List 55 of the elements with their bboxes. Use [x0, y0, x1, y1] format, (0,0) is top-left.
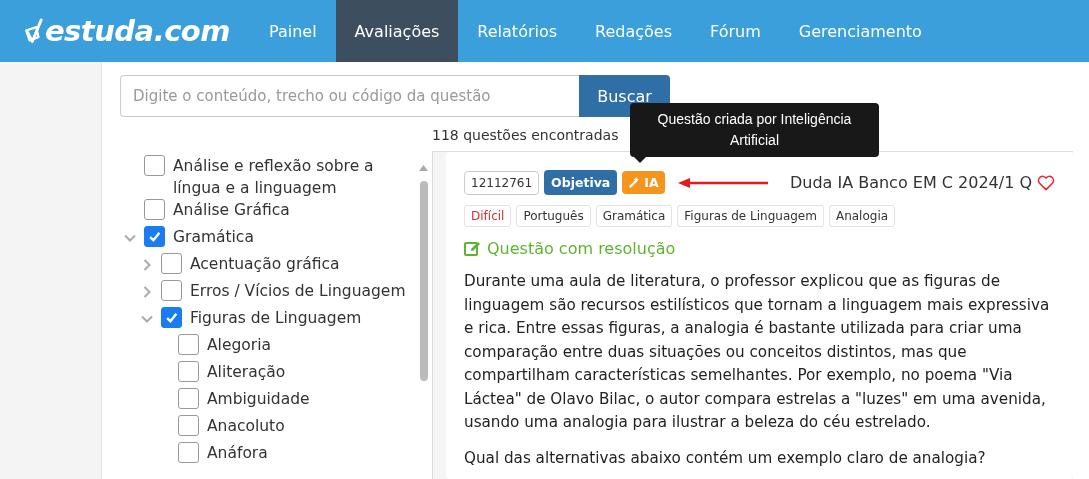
checkmark-icon: [165, 311, 178, 324]
heart-icon[interactable]: [1037, 174, 1055, 191]
type-badge: Objetiva: [544, 170, 618, 195]
scrollbar-thumb[interactable]: [420, 181, 428, 381]
tree-item-label: Análise e reflexão sobre a língua e a linguagem: [173, 156, 375, 199]
search-field[interactable]: Digite o conteúdo, trecho ou código da questão: [120, 75, 579, 117]
tree-item-label: Anacoluto: [207, 416, 286, 437]
ai-badge: IA: [622, 171, 665, 194]
tree-item-label: Ambiguidade: [207, 389, 311, 410]
question-text: Durante uma aula de literatura, o professor explicou que as figuras de linguagem são recursos estilísticos que tornam a linguagem mais expressiva e rica. Entre essas figuras, a analogia é bastante utilizada para criar uma comparação entre duas situações ou conceitos distintos, mas que compartilham características semelhantes. Por exemplo, no poema "Via Láctea" de Olavo Bilac, o autor compara estrelas a "luzes" em uma avenida, usando uma analogia para ilustrar a beleza do céu estrelado.: [464, 271, 1051, 433]
checkbox[interactable]: [178, 442, 199, 463]
tree-item-label: Aliteração: [207, 362, 287, 383]
question-code: 12112761: [464, 170, 540, 195]
tooltip: Questão criada por Inteligência Artificial: [630, 103, 879, 157]
tree-item-label: Acentuação gráfica: [190, 254, 341, 275]
tree-item-label: Figuras de Linguagem: [190, 308, 363, 329]
checkbox[interactable]: [161, 280, 182, 301]
expand-caret-icon[interactable]: [141, 286, 153, 298]
logo-text: estuda.com: [44, 14, 230, 48]
tree-item-label: Anáfora: [207, 443, 269, 464]
scroll-up-icon[interactable]: [419, 165, 428, 171]
checkmark-icon: [148, 230, 161, 243]
topic-tag: Figuras de Linguagem: [677, 205, 824, 227]
checkbox[interactable]: [178, 361, 199, 382]
nav-tab[interactable]: Painel: [250, 0, 336, 62]
topic-tag: Analogia: [828, 205, 896, 227]
results-count: 118 questões encontradas: [432, 126, 619, 145]
checkbox[interactable]: [144, 199, 165, 220]
tree-item-label: Análise Gráfica: [173, 200, 291, 221]
question-prompt: Qual das alternativas abaixo contém um exemplo claro de analogia?: [464, 447, 987, 469]
checkbox[interactable]: [144, 155, 165, 176]
tooltip-pointer-icon: [634, 157, 646, 163]
checkbox[interactable]: [178, 388, 199, 409]
tree-item-label: Alegoria: [207, 335, 272, 356]
topic-tag: Gramática: [595, 205, 673, 227]
topic-tag: Difícil: [464, 205, 512, 227]
nav-tab[interactable]: Gerenciamento: [779, 0, 941, 62]
nav-tab[interactable]: Avaliações: [335, 0, 459, 62]
checkbox[interactable]: [178, 334, 199, 355]
checkbox[interactable]: [161, 307, 182, 328]
question-source: Duda IA Banco EM C 2024/1 Q: [789, 173, 1032, 192]
collapse-caret-icon[interactable]: [124, 232, 136, 244]
checkbox[interactable]: [144, 226, 165, 247]
collapse-caret-icon[interactable]: [141, 313, 153, 325]
nav-tab[interactable]: Fórum: [691, 0, 780, 62]
topic-tag: Português: [516, 205, 591, 227]
resolution-label: Questão com resolução: [464, 239, 1055, 258]
tree-item-label: Erros / Vícios de Linguagem: [190, 281, 407, 302]
nav-tab[interactable]: Relatórios: [458, 0, 577, 62]
nav-tab[interactable]: Redações: [576, 0, 692, 62]
tree-item-label: Gramática: [173, 227, 255, 248]
expand-caret-icon[interactable]: [141, 259, 153, 271]
checkbox[interactable]: [178, 415, 199, 436]
edit-icon: [464, 240, 481, 257]
checkbox[interactable]: [161, 253, 182, 274]
